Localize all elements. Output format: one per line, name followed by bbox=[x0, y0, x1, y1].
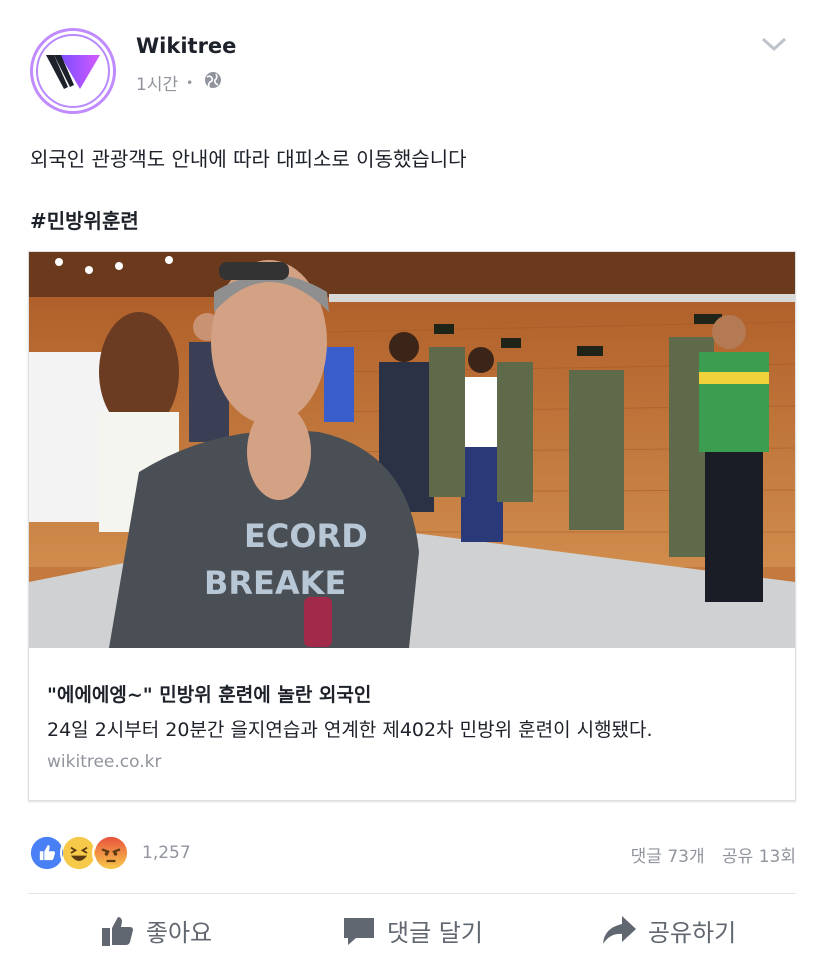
comment-count[interactable]: 댓글 73개 bbox=[631, 847, 705, 867]
post-header: Wikitree 1시간 • bbox=[30, 28, 800, 118]
link-preview-image[interactable]: ECORD BREAKE bbox=[29, 252, 795, 648]
action-bar: 좋아요 댓글 달기 공유하기 bbox=[28, 906, 796, 954]
like-button[interactable]: 좋아요 bbox=[28, 906, 284, 954]
share-arrow-icon bbox=[602, 916, 636, 944]
like-button-label: 좋아요 bbox=[145, 918, 213, 947]
share-button-label: 공유하기 bbox=[647, 918, 737, 947]
engagement-stats: 1,257 댓글 73개 공유 13회 bbox=[28, 832, 796, 872]
public-globe-icon bbox=[201, 71, 225, 94]
angry-icon bbox=[92, 834, 130, 872]
post-timestamp[interactable]: 1시간 bbox=[136, 70, 178, 95]
comment-button-label: 댓글 달기 bbox=[387, 918, 483, 947]
chevron-down-icon[interactable] bbox=[760, 34, 788, 54]
reactions-summary[interactable]: 1,257 bbox=[28, 834, 191, 872]
link-domain: wikitree.co.kr bbox=[47, 752, 162, 772]
wikitree-logo-icon bbox=[36, 34, 110, 108]
reaction-count[interactable]: 1,257 bbox=[142, 843, 191, 863]
comment-button[interactable]: 댓글 달기 bbox=[284, 906, 540, 954]
shirt-text-bottom: BREAKE bbox=[204, 564, 346, 602]
meta-separator: • bbox=[186, 75, 194, 90]
link-title[interactable]: "에에에엥~" 민방위 훈련에 놀란 외국인 bbox=[47, 680, 777, 707]
post-message: 외국인 관광객도 안내에 따라 대피소로 이동했습니다 bbox=[30, 147, 467, 171]
post-meta: 1시간 • bbox=[136, 70, 225, 95]
page-avatar[interactable] bbox=[30, 28, 116, 114]
share-button[interactable]: 공유하기 bbox=[540, 906, 796, 954]
divider bbox=[28, 893, 796, 894]
comment-bubble-icon bbox=[344, 918, 375, 945]
thumbs-up-icon bbox=[101, 917, 133, 946]
comment-share-counts: 댓글 73개 공유 13회 bbox=[631, 842, 796, 867]
link-preview-card[interactable]: ECORD BREAKE "에에에엥~" 민방위 훈련에 놀란 외국인 24일 … bbox=[28, 251, 796, 801]
link-preview-body: "에에에엥~" 민방위 훈련에 놀란 외국인 24일 2시부터 20분간 을지연… bbox=[29, 648, 795, 772]
link-description: 24일 2시부터 20분간 을지연습과 연계한 제402차 민방위 훈련이 시행… bbox=[47, 719, 653, 741]
page-name[interactable]: Wikitree bbox=[136, 34, 236, 58]
shirt-text-top: ECORD bbox=[244, 517, 368, 555]
hashtag-link[interactable]: #민방위훈련 bbox=[30, 205, 139, 234]
share-count[interactable]: 공유 13회 bbox=[722, 847, 796, 867]
